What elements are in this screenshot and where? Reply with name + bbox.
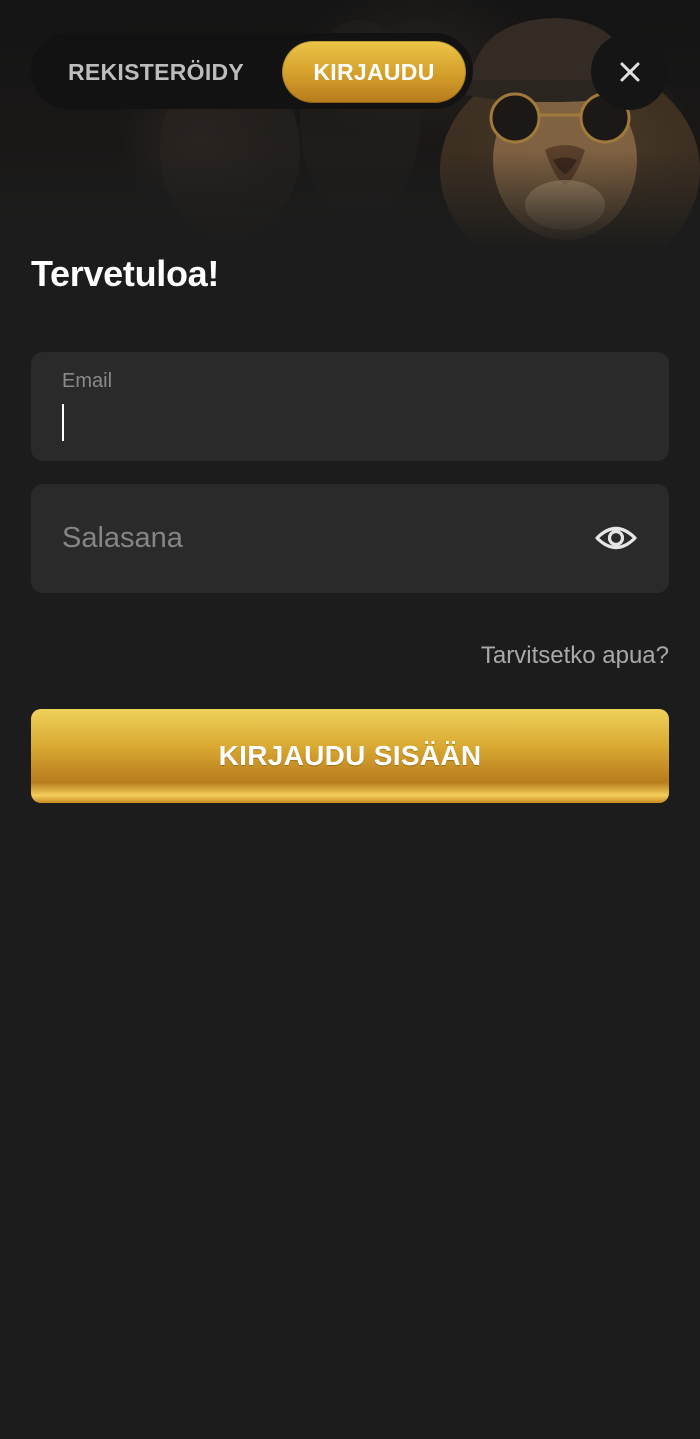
auth-tabs: REKISTERÖIDY KIRJAUDU: [31, 33, 473, 109]
text-caret: [62, 404, 64, 441]
tab-login[interactable]: KIRJAUDU: [282, 41, 466, 103]
toggle-password-visibility-button[interactable]: [595, 518, 637, 558]
close-icon: [620, 62, 639, 81]
email-label: Email: [62, 370, 113, 392]
help-link[interactable]: Tarvitsetko apua?: [481, 642, 669, 670]
password-field[interactable]: [31, 484, 669, 593]
login-modal: REKISTERÖIDY KIRJAUDU Tervetuloa! Email …: [0, 0, 700, 1439]
eye-icon: [595, 526, 637, 550]
close-button[interactable]: [591, 33, 668, 110]
login-submit-button[interactable]: KIRJAUDU SISÄÄN: [31, 709, 669, 803]
welcome-title: Tervetuloa!: [31, 253, 220, 294]
email-field[interactable]: Email: [31, 352, 669, 461]
password-input[interactable]: [62, 484, 602, 593]
tab-register[interactable]: REKISTERÖIDY: [41, 41, 271, 103]
